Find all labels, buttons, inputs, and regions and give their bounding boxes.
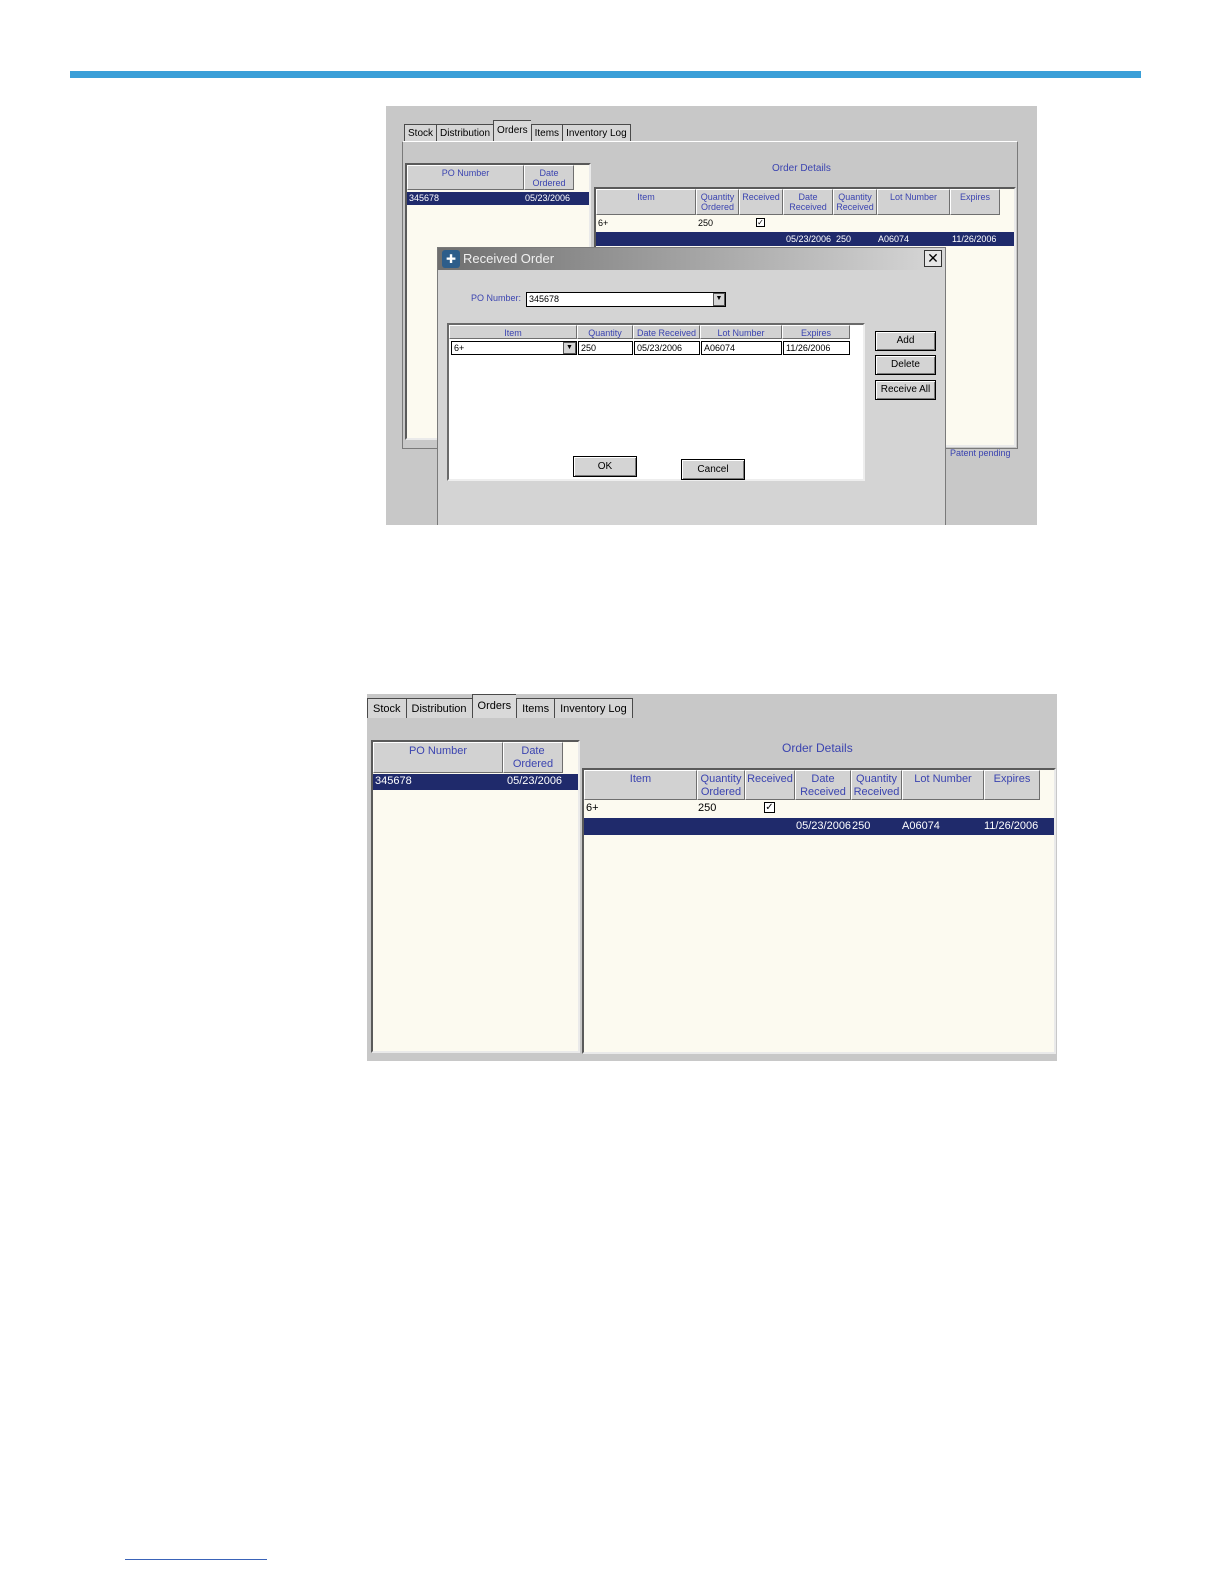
dlg-quantity-header[interactable]: Quantity — [577, 325, 633, 339]
po-number-header[interactable]: PO Number — [407, 165, 524, 190]
ok-button[interactable]: OK — [573, 456, 637, 477]
dialog-title: Received Order — [463, 251, 555, 266]
quantity-received-cell: 250 — [836, 234, 852, 244]
dlg-expires-header[interactable]: Expires — [782, 325, 850, 339]
order-details-title: Order Details — [782, 741, 853, 755]
date-received-header[interactable]: Date Received — [795, 770, 851, 800]
tab-bar: Stock Distribution Orders Items Inventor… — [367, 694, 633, 718]
delete-button[interactable]: Delete — [875, 355, 936, 375]
dlg-lot-number-header[interactable]: Lot Number — [700, 325, 782, 339]
tab-stock[interactable]: Stock — [404, 124, 437, 141]
item-dropdown-icon[interactable]: ▼ — [563, 342, 576, 354]
dialog-titlebar[interactable]: ✚ Received Order ✕ — [438, 248, 945, 270]
quantity-received-cell: 250 — [852, 820, 871, 832]
received-checkbox[interactable]: ✓ — [764, 802, 775, 813]
received-detail-row[interactable]: 05/23/2006 250 A06074 11/26/2006 — [596, 232, 1014, 246]
dlg-expires-field[interactable]: 11/26/2006 — [783, 341, 850, 355]
received-detail-row[interactable]: 05/23/2006 250 A06074 11/26/2006 — [584, 818, 1054, 835]
po-number-header[interactable]: PO Number — [373, 742, 503, 773]
tab-inventory-log[interactable]: Inventory Log — [554, 698, 633, 718]
expires-cell: 11/26/2006 — [984, 820, 1039, 832]
dlg-item-header[interactable]: Item — [449, 325, 577, 339]
quantity-ordered-cell: 250 — [698, 218, 714, 228]
lot-number-cell: A06074 — [902, 820, 940, 832]
quantity-ordered-header[interactable]: Quantity Ordered — [696, 189, 739, 215]
date-received-cell: 05/23/2006 — [796, 820, 852, 832]
app-icon: ✚ — [442, 250, 460, 268]
patent-pending-text: Patent pending — [950, 448, 1011, 458]
date-received-header[interactable]: Date Received — [783, 189, 833, 215]
po-list-panel: PO Number Date Ordered 345678 05/23/2006 — [371, 740, 580, 1053]
dlg-quantity-field[interactable]: 250 — [578, 341, 633, 355]
item-header[interactable]: Item — [596, 189, 696, 215]
dlg-date-received-header[interactable]: Date Received — [633, 325, 700, 339]
po-number-cell: 345678 — [375, 775, 412, 787]
item-header[interactable]: Item — [584, 770, 697, 800]
po-row[interactable]: 345678 05/23/2006 — [373, 774, 578, 790]
quantity-received-header[interactable]: Quantity Received — [833, 189, 877, 215]
po-number-label: PO Number: — [471, 293, 522, 303]
item-cell: 6+ — [586, 802, 599, 814]
date-ordered-cell: 05/23/2006 — [525, 193, 571, 203]
receive-all-button[interactable]: Receive All — [875, 380, 936, 400]
quantity-ordered-cell: 250 — [698, 802, 717, 814]
dlg-item-select[interactable]: 6+ — [451, 341, 577, 355]
cancel-button[interactable]: Cancel — [681, 459, 745, 480]
order-details-panel: Item Quantity Ordered Received Date Rece… — [582, 768, 1056, 1054]
top-accent-bar — [70, 71, 1141, 78]
footer-rule — [125, 1559, 267, 1560]
tab-stock[interactable]: Stock — [367, 698, 406, 718]
date-ordered-header[interactable]: Date Ordered — [524, 165, 574, 190]
chevron-down-icon[interactable]: ▼ — [713, 293, 725, 306]
tab-inventory-log[interactable]: Inventory Log — [562, 124, 631, 141]
received-header[interactable]: Received — [739, 189, 783, 215]
expires-header[interactable]: Expires — [984, 770, 1040, 800]
po-number-cell: 345678 — [409, 193, 440, 203]
quantity-received-header[interactable]: Quantity Received — [851, 770, 902, 800]
dlg-date-received-field[interactable]: 05/23/2006 — [634, 341, 700, 355]
expires-cell: 11/26/2006 — [952, 234, 997, 244]
date-ordered-cell: 05/23/2006 — [507, 775, 563, 787]
received-header[interactable]: Received — [745, 770, 795, 800]
received-checkbox[interactable]: ✓ — [756, 218, 765, 227]
tab-bar: Stock Distribution Orders Items Inventor… — [404, 120, 631, 141]
order-details-title: Order Details — [772, 163, 831, 174]
lot-number-cell: A06074 — [878, 234, 910, 244]
tab-distribution[interactable]: Distribution — [436, 124, 494, 141]
lot-number-header[interactable]: Lot Number — [902, 770, 984, 800]
dialog-grid: Item Quantity Date Received Lot Number E… — [447, 323, 865, 481]
tab-orders[interactable]: Orders — [471, 694, 517, 718]
po-number-dropdown[interactable]: 345678 — [526, 292, 726, 307]
date-ordered-header[interactable]: Date Ordered — [503, 742, 563, 773]
tab-distribution[interactable]: Distribution — [405, 698, 472, 718]
tab-items[interactable]: Items — [516, 698, 555, 718]
close-icon[interactable]: ✕ — [924, 250, 942, 267]
tab-items[interactable]: Items — [530, 124, 563, 141]
tab-orders[interactable]: Orders — [493, 120, 531, 141]
po-row[interactable]: 345678 05/23/2006 — [407, 192, 589, 205]
received-order-dialog: ✚ Received Order ✕ PO Number: 345678 ▼ I… — [437, 247, 946, 525]
dlg-lot-number-field[interactable]: A06074 — [701, 341, 782, 355]
add-button[interactable]: Add — [875, 331, 936, 351]
item-cell: 6+ — [598, 218, 609, 228]
screenshot-orders-tab: Stock Distribution Orders Items Inventor… — [367, 694, 1057, 1061]
quantity-ordered-header[interactable]: Quantity Ordered — [697, 770, 745, 800]
date-received-cell: 05/23/2006 — [786, 234, 832, 244]
expires-header[interactable]: Expires — [950, 189, 1000, 215]
screenshot-received-order: Stock Distribution Orders Items Inventor… — [386, 106, 1037, 525]
lot-number-header[interactable]: Lot Number — [877, 189, 950, 215]
